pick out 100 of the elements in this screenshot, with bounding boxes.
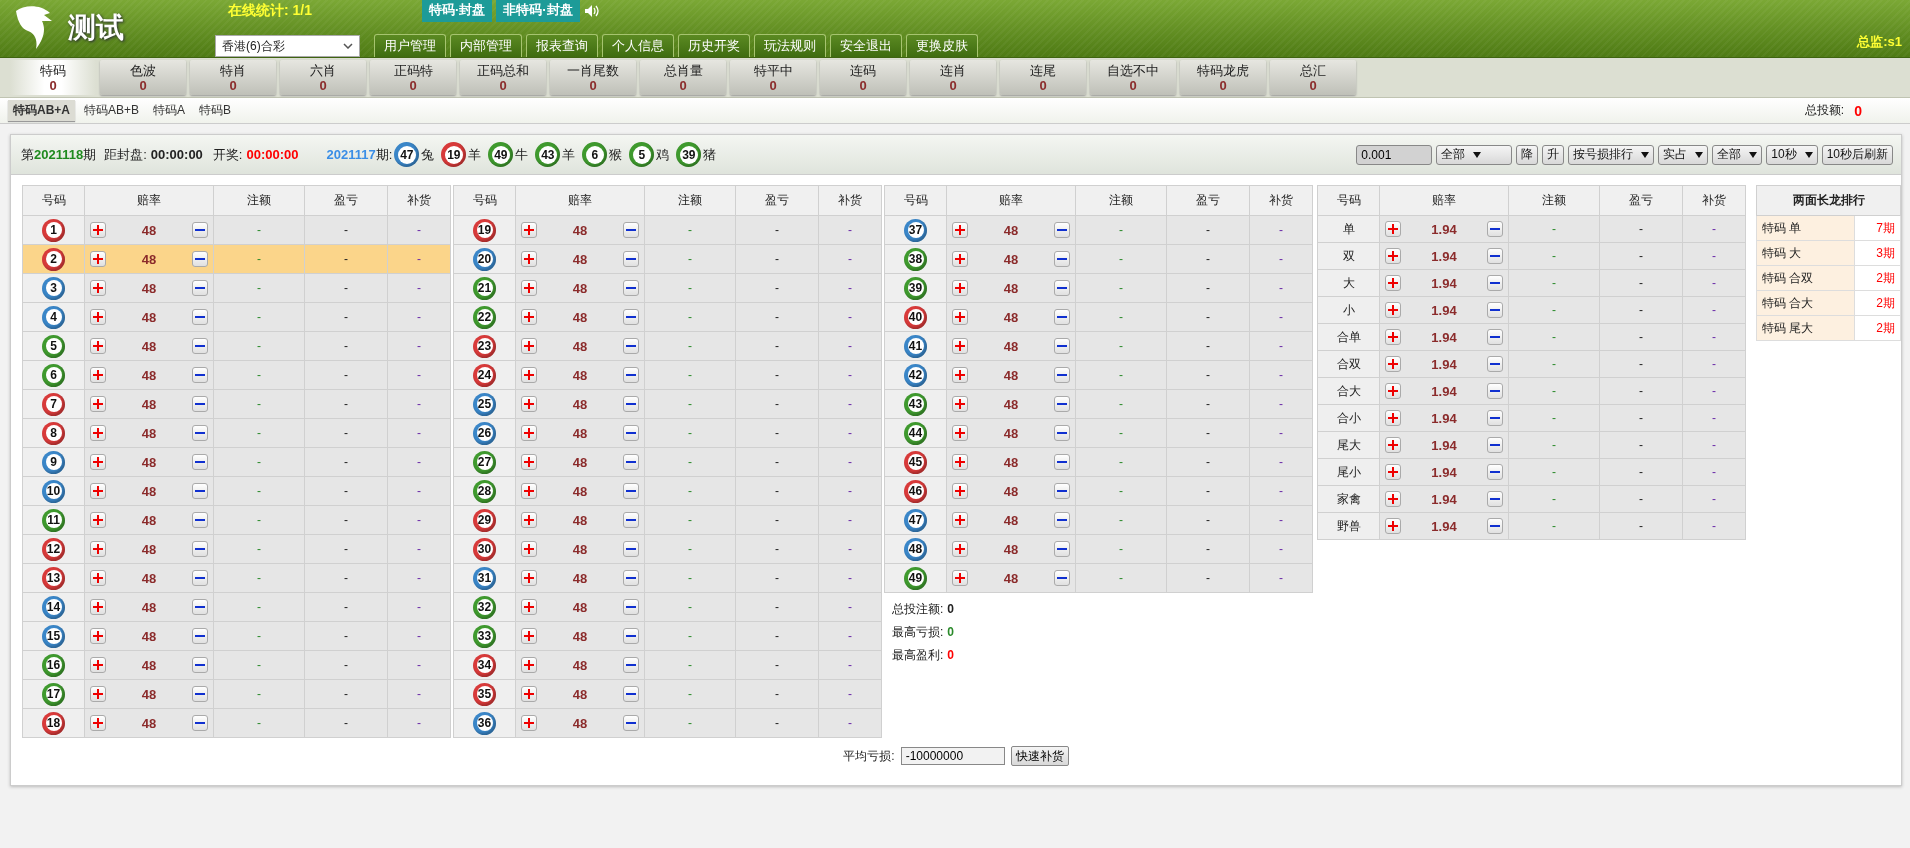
increase-button[interactable] bbox=[1385, 491, 1401, 507]
increase-button[interactable] bbox=[90, 425, 106, 441]
decrease-button[interactable] bbox=[623, 425, 639, 441]
decrease-button[interactable] bbox=[192, 425, 208, 441]
table-row[interactable]: 27 48 - - - bbox=[453, 447, 882, 477]
increase-button[interactable] bbox=[521, 309, 537, 325]
table-row[interactable]: 大 1.94 - - - bbox=[1317, 269, 1746, 297]
rate-input[interactable]: 0.001 bbox=[1356, 144, 1433, 165]
increase-button[interactable] bbox=[1385, 464, 1401, 480]
table-row[interactable]: 33 48 - - - bbox=[453, 621, 882, 651]
table-row[interactable]: 17 48 - - - bbox=[22, 679, 451, 709]
increase-button[interactable] bbox=[952, 454, 968, 470]
increase-button[interactable] bbox=[90, 657, 106, 673]
table-row[interactable]: 20 48 - - - bbox=[453, 244, 882, 274]
table-row[interactable]: 13 48 - - - bbox=[22, 563, 451, 593]
category-tab[interactable]: 连尾 0 bbox=[1000, 60, 1086, 95]
table-row[interactable]: 家禽 1.94 - - - bbox=[1317, 485, 1746, 513]
table-row[interactable]: 10 48 - - - bbox=[22, 476, 451, 506]
table-row[interactable]: 尾小 1.94 - - - bbox=[1317, 458, 1746, 486]
table-row[interactable]: 39 48 - - - bbox=[884, 273, 1313, 303]
increase-button[interactable] bbox=[952, 483, 968, 499]
filter-select[interactable]: 全部 bbox=[1436, 144, 1513, 165]
increase-button[interactable] bbox=[521, 686, 537, 702]
table-row[interactable]: 30 48 - - - bbox=[453, 534, 882, 564]
increase-button[interactable] bbox=[952, 425, 968, 441]
table-row[interactable]: 尾大 1.94 - - - bbox=[1317, 431, 1746, 459]
decrease-button[interactable] bbox=[1054, 512, 1070, 528]
increase-button[interactable] bbox=[952, 512, 968, 528]
increase-button[interactable] bbox=[1385, 437, 1401, 453]
table-row[interactable]: 合单 1.94 - - - bbox=[1317, 323, 1746, 351]
table-row[interactable]: 47 48 - - - bbox=[884, 505, 1313, 535]
speaker-icon[interactable] bbox=[583, 4, 600, 18]
increase-button[interactable] bbox=[90, 222, 106, 238]
decrease-button[interactable] bbox=[623, 512, 639, 528]
increase-button[interactable] bbox=[1385, 410, 1401, 426]
decrease-button[interactable] bbox=[192, 280, 208, 296]
increase-button[interactable] bbox=[952, 570, 968, 586]
table-row[interactable]: 野兽 1.94 - - - bbox=[1317, 512, 1746, 540]
category-tab[interactable]: 正码特 0 bbox=[370, 60, 456, 95]
increase-button[interactable] bbox=[1385, 329, 1401, 345]
nav-button[interactable]: 报表查询 bbox=[526, 34, 598, 57]
nav-button[interactable]: 用户管理 bbox=[374, 34, 446, 57]
table-row[interactable]: 18 48 - - - bbox=[22, 708, 451, 738]
table-row[interactable]: 19 48 - - - bbox=[453, 215, 882, 245]
decrease-button[interactable] bbox=[623, 251, 639, 267]
category-tab[interactable]: 连肖 0 bbox=[910, 60, 996, 95]
increase-button[interactable] bbox=[521, 599, 537, 615]
table-row[interactable]: 1 48 - - - bbox=[22, 215, 451, 245]
decrease-button[interactable] bbox=[623, 280, 639, 296]
increase-button[interactable] bbox=[521, 570, 537, 586]
decrease-button[interactable] bbox=[192, 251, 208, 267]
table-row[interactable]: 35 48 - - - bbox=[453, 679, 882, 709]
increase-button[interactable] bbox=[90, 628, 106, 644]
increase-button[interactable] bbox=[521, 454, 537, 470]
increase-button[interactable] bbox=[952, 541, 968, 557]
decrease-button[interactable] bbox=[192, 367, 208, 383]
increase-button[interactable] bbox=[521, 483, 537, 499]
increase-button[interactable] bbox=[952, 222, 968, 238]
decrease-button[interactable] bbox=[1054, 251, 1070, 267]
increase-button[interactable] bbox=[521, 425, 537, 441]
sub-tab[interactable]: 特码AB+A bbox=[8, 100, 75, 121]
decrease-button[interactable] bbox=[192, 454, 208, 470]
nav-button[interactable]: 更换皮肤 bbox=[906, 34, 978, 57]
table-row[interactable]: 8 48 - - - bbox=[22, 418, 451, 448]
decrease-button[interactable] bbox=[623, 599, 639, 615]
decrease-button[interactable] bbox=[192, 396, 208, 412]
increase-button[interactable] bbox=[952, 251, 968, 267]
action-button[interactable]: 升 bbox=[1542, 144, 1565, 165]
increase-button[interactable] bbox=[90, 541, 106, 557]
table-row[interactable]: 12 48 - - - bbox=[22, 534, 451, 564]
category-tab[interactable]: 特肖 0 bbox=[190, 60, 276, 95]
increase-button[interactable] bbox=[90, 454, 106, 470]
decrease-button[interactable] bbox=[1487, 383, 1503, 399]
table-row[interactable]: 11 48 - - - bbox=[22, 505, 451, 535]
decrease-button[interactable] bbox=[1054, 425, 1070, 441]
increase-button[interactable] bbox=[521, 338, 537, 354]
table-row[interactable]: 42 48 - - - bbox=[884, 360, 1313, 390]
table-row[interactable]: 16 48 - - - bbox=[22, 650, 451, 680]
decrease-button[interactable] bbox=[1487, 275, 1503, 291]
decrease-button[interactable] bbox=[192, 483, 208, 499]
decrease-button[interactable] bbox=[192, 570, 208, 586]
table-row[interactable]: 21 48 - - - bbox=[453, 273, 882, 303]
table-row[interactable]: 37 48 - - - bbox=[884, 215, 1313, 245]
category-tab[interactable]: 总肖量 0 bbox=[640, 60, 726, 95]
table-row[interactable]: 40 48 - - - bbox=[884, 302, 1313, 332]
table-row[interactable]: 41 48 - - - bbox=[884, 331, 1313, 361]
decrease-button[interactable] bbox=[192, 222, 208, 238]
action-button[interactable]: 10秒后刷新 bbox=[1821, 144, 1893, 165]
increase-button[interactable] bbox=[952, 367, 968, 383]
increase-button[interactable] bbox=[521, 367, 537, 383]
increase-button[interactable] bbox=[90, 715, 106, 731]
increase-button[interactable] bbox=[521, 657, 537, 673]
table-row[interactable]: 23 48 - - - bbox=[453, 331, 882, 361]
decrease-button[interactable] bbox=[1054, 396, 1070, 412]
table-row[interactable]: 38 48 - - - bbox=[884, 244, 1313, 274]
increase-button[interactable] bbox=[521, 541, 537, 557]
decrease-button[interactable] bbox=[192, 715, 208, 731]
decrease-button[interactable] bbox=[1487, 248, 1503, 264]
increase-button[interactable] bbox=[90, 309, 106, 325]
increase-button[interactable] bbox=[952, 396, 968, 412]
